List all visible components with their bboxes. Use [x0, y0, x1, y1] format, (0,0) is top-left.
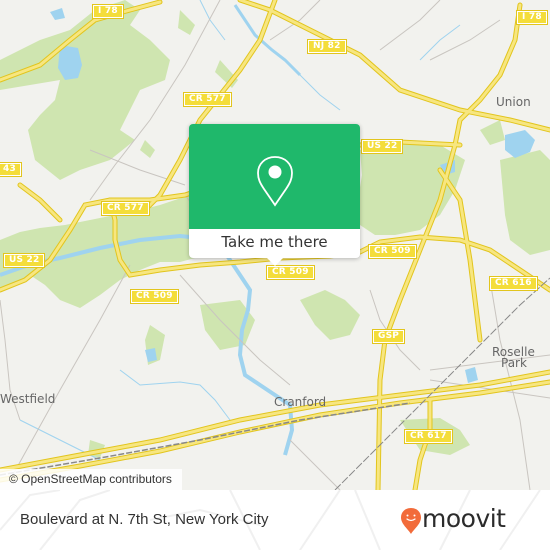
moovit-logo[interactable]: moovit	[396, 504, 536, 536]
stop-name: Boulevard at N. 7th St, New York City	[20, 511, 269, 528]
road-shield-43: 43	[0, 162, 22, 177]
footer-bar: Boulevard at N. 7th St, New York City mo…	[0, 490, 550, 550]
road-shield-i78: I 78	[516, 10, 548, 25]
road-shield-cr616: CR 616	[489, 276, 538, 291]
map-view[interactable]: I 78 NJ 82 I 78 CR 577 US 22 43 CR 577 U…	[0, 0, 550, 490]
location-popup[interactable]: Take me there	[189, 124, 360, 266]
take-me-there-button[interactable]: Take me there	[189, 232, 360, 252]
road-shield-cr509: CR 509	[130, 289, 179, 304]
location-pin-icon	[257, 156, 293, 207]
rail-lines	[0, 277, 550, 490]
place-label-union: Union	[496, 95, 531, 109]
road-shield-cr509: CR 509	[266, 265, 315, 280]
road-shield-cr577: CR 577	[183, 92, 232, 107]
road-shield-us22: US 22	[360, 139, 404, 154]
road-shield-nj82: NJ 82	[307, 39, 347, 54]
popup-pointer	[267, 258, 283, 266]
road-shield-cr509: CR 509	[368, 244, 417, 259]
place-label-westfield: Westfield	[0, 392, 56, 406]
place-label-park: Park	[501, 356, 527, 370]
road-shield-gsp: GSP	[371, 329, 406, 344]
road-shield-us22: US 22	[2, 253, 46, 268]
road-shield-cr577: CR 577	[101, 201, 150, 216]
road-shield-cr617: CR 617	[404, 429, 453, 444]
place-label-cranford: Cranford	[274, 395, 327, 409]
moovit-wordmark: moovit	[422, 504, 506, 533]
moovit-pin-icon	[401, 508, 421, 534]
popup-header	[189, 124, 360, 229]
map-attribution[interactable]: © OpenStreetMap contributors	[0, 469, 182, 490]
road-shield-i78: I 78	[92, 4, 124, 19]
